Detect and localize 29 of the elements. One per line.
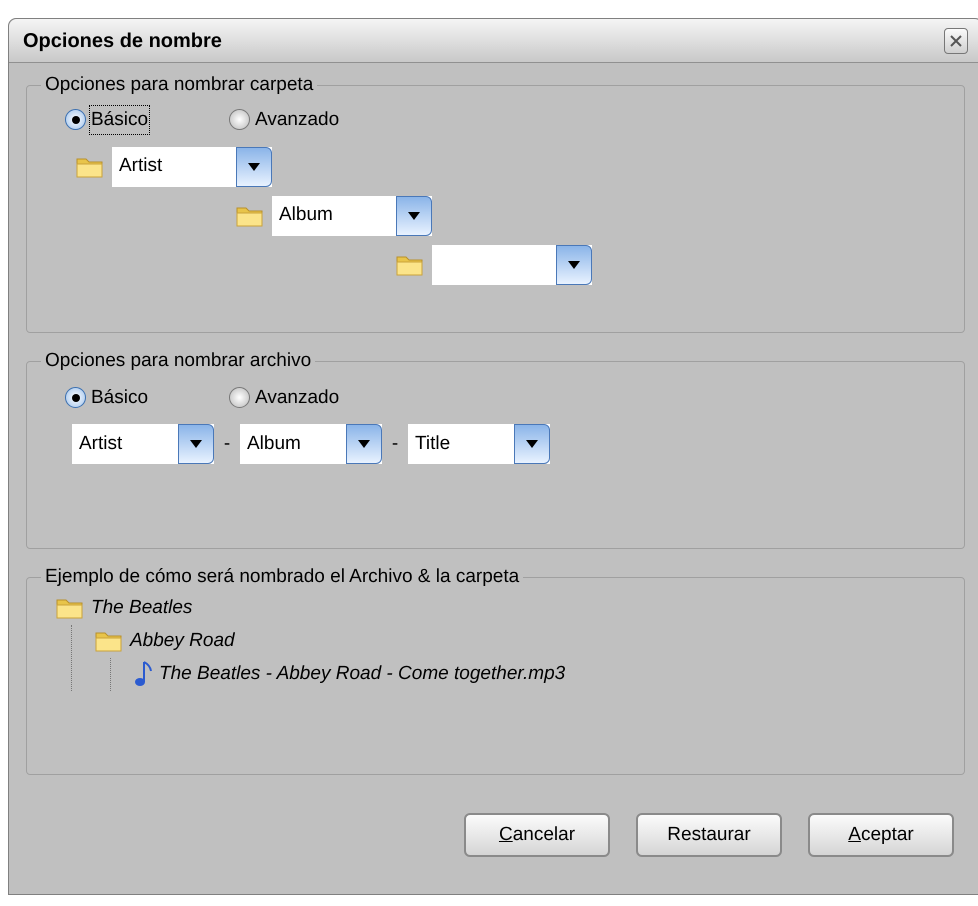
dialog-button[interactable]: Cancelar (464, 813, 610, 857)
dialog-button[interactable]: Restaurar (636, 813, 782, 857)
group-title: Opciones para nombrar archivo (44, 349, 312, 373)
radio-label[interactable]: Avanzado (254, 384, 340, 412)
tree-item[interactable]: The Beatles (91, 594, 192, 622)
radio-label[interactable]: Básico (90, 106, 150, 134)
dropdown-field[interactable]: Artist (112, 146, 272, 186)
radio-label[interactable]: Avanzado (254, 106, 340, 134)
close-button[interactable] (944, 28, 968, 54)
dropdown-field[interactable]: Album (272, 196, 432, 236)
group-title: Ejemplo de cómo será nombrado el Archivo & la carpeta (44, 565, 520, 589)
dropdown-field[interactable]: Album (240, 424, 382, 464)
dropdown-field[interactable]: Title (408, 424, 550, 464)
tree-item[interactable]: The Beatles - Abbey Road - Come together.mp3 (159, 660, 566, 688)
music-note-icon (133, 660, 153, 688)
radio-button[interactable] (65, 109, 86, 130)
dropdown-field[interactable]: Artist (72, 424, 214, 464)
separator-text: - (390, 432, 400, 456)
group-title: Opciones para nombrar carpeta (44, 73, 314, 97)
radio-button[interactable] (229, 109, 250, 130)
tree-item[interactable]: Abbey Road (130, 626, 235, 656)
radio-button[interactable] (229, 387, 250, 408)
radio-button[interactable] (65, 387, 86, 408)
radio-label[interactable]: Básico (90, 384, 150, 412)
dialog-button[interactable]: Aceptar (808, 813, 954, 857)
dropdown-field[interactable] (432, 244, 592, 284)
window-title: Opciones de nombre (23, 28, 222, 54)
separator-text: - (222, 432, 232, 456)
close-icon (949, 34, 963, 48)
